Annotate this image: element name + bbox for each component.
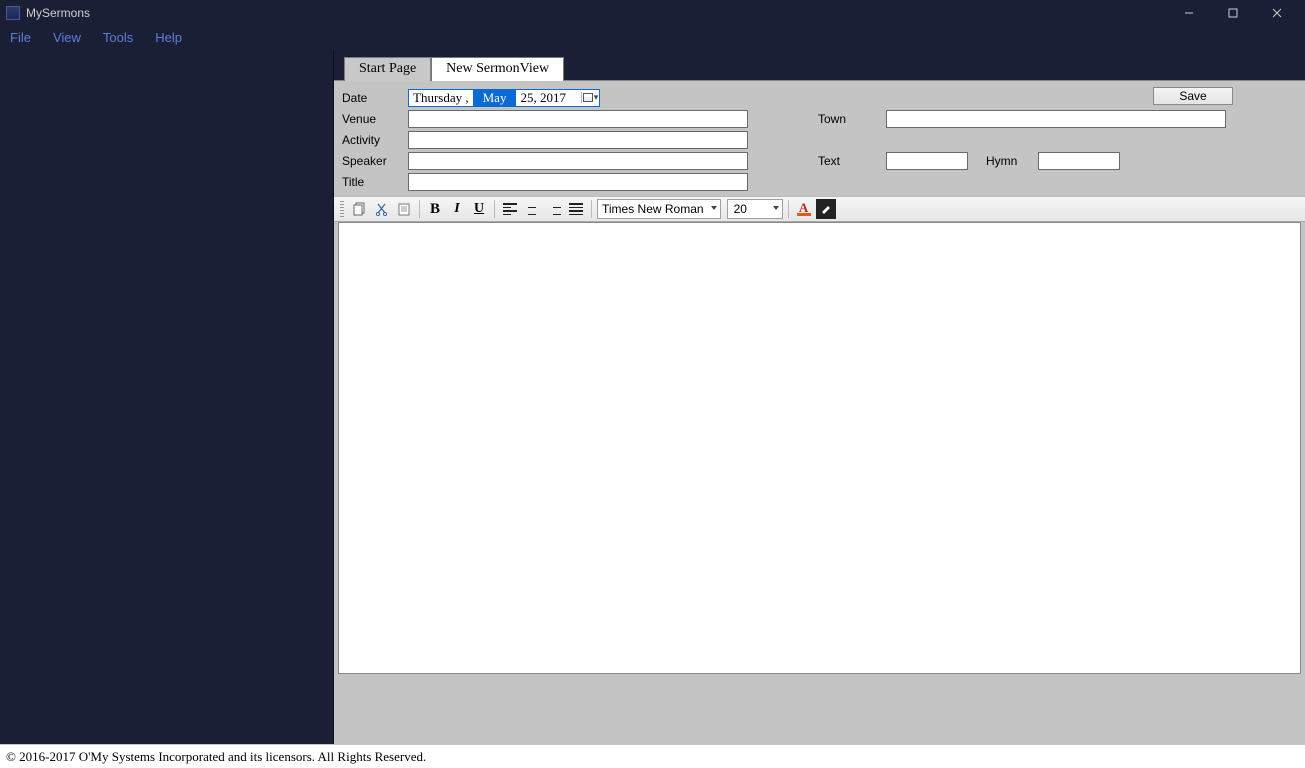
- calendar-dropdown-icon[interactable]: ▾: [581, 92, 599, 103]
- town-input[interactable]: [886, 110, 1226, 128]
- hymn-input[interactable]: [1038, 152, 1120, 170]
- minimize-button[interactable]: [1167, 0, 1211, 25]
- copy-icon[interactable]: [350, 199, 370, 219]
- date-weekday[interactable]: Thursday ,: [409, 90, 473, 106]
- tab-start-page[interactable]: Start Page: [344, 57, 431, 81]
- save-button[interactable]: Save: [1153, 87, 1233, 105]
- font-size-combo[interactable]: 20: [727, 199, 783, 219]
- editor-area[interactable]: [338, 222, 1301, 674]
- menubar: File View Tools Help: [0, 25, 1305, 50]
- bottom-panel: [334, 674, 1305, 744]
- font-color-button[interactable]: A: [794, 199, 814, 219]
- label-activity: Activity: [342, 133, 408, 147]
- underline-button[interactable]: U: [469, 199, 489, 219]
- menu-view[interactable]: View: [53, 30, 81, 45]
- menu-file[interactable]: File: [10, 30, 31, 45]
- paste-icon[interactable]: [394, 199, 414, 219]
- font-family-combo[interactable]: Times New Roman: [597, 199, 721, 219]
- align-left-button[interactable]: [500, 199, 520, 219]
- date-rest[interactable]: 25, 2017: [516, 90, 570, 106]
- chevron-down-icon: [773, 206, 779, 210]
- venue-input[interactable]: [408, 110, 748, 128]
- workspace: Start Page New SermonView Save Date Thur…: [0, 50, 1305, 744]
- label-speaker: Speaker: [342, 154, 408, 168]
- tabstrip: Start Page New SermonView: [334, 50, 1305, 80]
- toolbar-grip: [340, 201, 344, 217]
- font-family-value: Times New Roman: [602, 202, 704, 216]
- chevron-down-icon: [711, 206, 717, 210]
- close-button[interactable]: [1255, 0, 1299, 25]
- highlight-color-button[interactable]: [816, 199, 836, 219]
- speaker-input[interactable]: [408, 152, 748, 170]
- font-size-value: 20: [734, 202, 747, 216]
- label-title: Title: [342, 175, 408, 189]
- align-justify-button[interactable]: [566, 199, 586, 219]
- menu-tools[interactable]: Tools: [103, 30, 133, 45]
- label-text: Text: [818, 154, 886, 168]
- tab-new-sermon-view[interactable]: New SermonView: [431, 57, 564, 81]
- menu-help[interactable]: Help: [155, 30, 182, 45]
- tab-content: Save Date Thursday , May 25, 2017 ▾ Venu…: [334, 80, 1305, 744]
- align-right-button[interactable]: [544, 199, 564, 219]
- align-center-button[interactable]: [522, 199, 542, 219]
- date-picker[interactable]: Thursday , May 25, 2017 ▾: [408, 89, 600, 107]
- bold-button[interactable]: B: [425, 199, 445, 219]
- text-input[interactable]: [886, 152, 968, 170]
- editor-toolbar: B I U Times New Roman: [334, 196, 1305, 222]
- label-date: Date: [342, 91, 408, 105]
- cut-icon[interactable]: [372, 199, 392, 219]
- activity-input[interactable]: [408, 131, 748, 149]
- titlebar: MySermons: [0, 0, 1305, 25]
- date-month[interactable]: May: [473, 90, 517, 106]
- label-hymn: Hymn: [986, 154, 1038, 168]
- window-title: MySermons: [26, 6, 90, 20]
- main-panel: Start Page New SermonView Save Date Thur…: [334, 50, 1305, 744]
- form-area: Save Date Thursday , May 25, 2017 ▾ Venu…: [334, 81, 1305, 196]
- maximize-button[interactable]: [1211, 0, 1255, 25]
- label-town: Town: [818, 112, 886, 126]
- copyright-text: © 2016-2017 O'My Systems Incorporated an…: [6, 749, 426, 765]
- title-input[interactable]: [408, 173, 748, 191]
- label-venue: Venue: [342, 112, 408, 126]
- italic-button[interactable]: I: [447, 199, 467, 219]
- app-icon: [6, 6, 20, 20]
- statusbar: © 2016-2017 O'My Systems Incorporated an…: [0, 744, 1305, 768]
- sidebar: [0, 50, 334, 744]
